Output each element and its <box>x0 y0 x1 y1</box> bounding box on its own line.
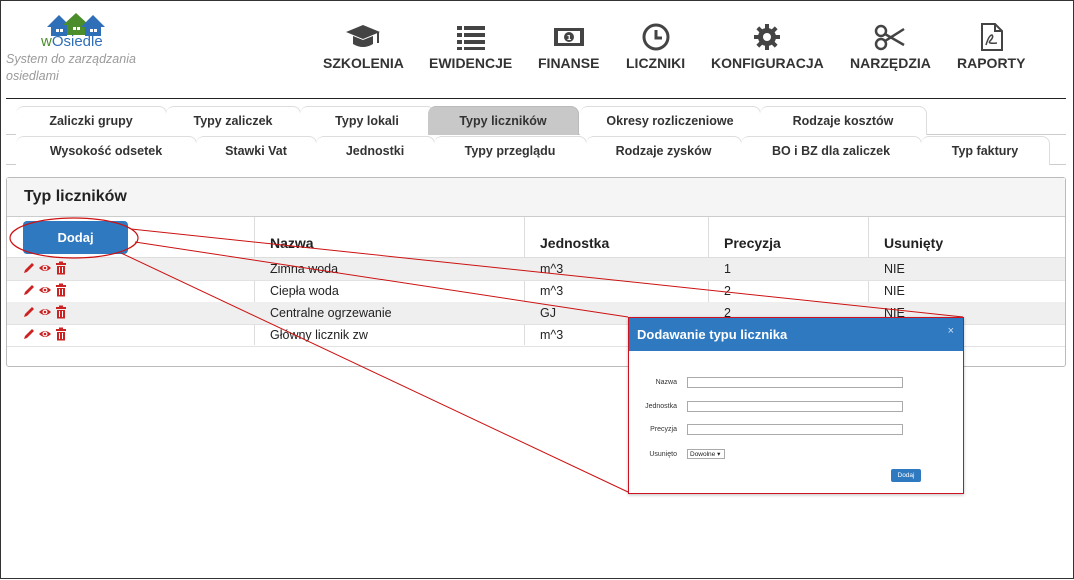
nazwa-input[interactable] <box>687 377 903 388</box>
window-frame: wOsiedle System do zarządzania osiedlami… <box>0 0 1074 579</box>
field-label-usunieto: Usunięto <box>649 451 677 458</box>
field-label-nazwa: Nazwa <box>655 379 677 386</box>
dialog-title: Dodawanie typu licznika <box>637 327 788 342</box>
close-icon[interactable]: × <box>948 325 954 337</box>
field-label-precyzja: Precyzja <box>650 426 677 433</box>
jednostka-input[interactable] <box>687 401 903 412</box>
usunieto-select[interactable]: Dowolne ▾ <box>687 449 725 459</box>
dialog-submit-button[interactable]: Dodaj <box>891 469 921 482</box>
field-label-jednostka: Jednostka <box>645 403 677 410</box>
add-meter-type-dialog: Dodawanie typu licznika × Nazwa Jednostk… <box>628 317 964 494</box>
dialog-header: Dodawanie typu licznika × <box>629 318 963 351</box>
precyzja-input[interactable] <box>687 424 903 435</box>
